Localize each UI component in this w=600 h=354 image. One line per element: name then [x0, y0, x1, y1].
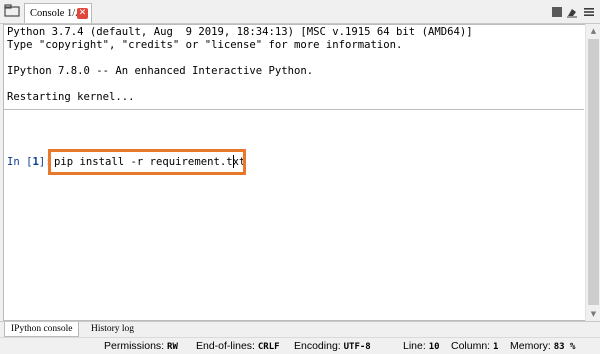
eol-label: End-of-lines:	[196, 340, 255, 352]
console-line: Restarting kernel...	[7, 91, 135, 103]
console-tab-bar: Console 1/A ✕	[0, 0, 600, 24]
memory-label: Memory:	[510, 340, 551, 352]
browse-tabs-icon[interactable]	[4, 4, 20, 18]
line-label: Line:	[403, 340, 426, 352]
prompt-prefix: In [	[7, 156, 33, 168]
tab-ipython-console[interactable]: IPython console	[4, 322, 80, 337]
status-end-of-lines: End-of-lines: CRLF	[196, 340, 280, 352]
scroll-down-icon[interactable]: ▼	[586, 307, 600, 321]
pane-tab-bar: IPython console History log	[0, 321, 600, 337]
highlight-box	[48, 149, 246, 175]
options-menu-icon[interactable]	[583, 6, 595, 18]
console-line: Type "copyright", "credits" or "license"…	[7, 39, 403, 51]
encoding-value: UTF-8	[343, 342, 371, 352]
status-column: Column: 1	[451, 340, 498, 352]
console-line: IPython 7.8.0 -- An enhanced Interactive…	[7, 65, 314, 77]
column-label: Column:	[451, 340, 491, 352]
memory-value: 83 %	[553, 342, 576, 352]
status-memory: Memory: 83 %	[510, 340, 575, 352]
stop-icon[interactable]	[551, 6, 563, 18]
tab-label: Console 1/A	[30, 8, 83, 19]
status-encoding: Encoding: UTF-8	[294, 340, 371, 352]
permissions-value: RW	[167, 342, 178, 352]
status-bar: Permissions: RW End-of-lines: CRLF Encod…	[0, 337, 600, 354]
vertical-scrollbar[interactable]: ▲ ▼	[585, 24, 600, 321]
ipython-console-output[interactable]: Python 3.7.4 (default, Aug 9 2019, 18:34…	[3, 24, 585, 321]
restart-separator	[4, 109, 584, 110]
tab-history-log[interactable]: History log	[85, 322, 140, 337]
input-prompt: In [1]:	[7, 156, 52, 168]
column-value: 1	[493, 342, 499, 352]
scrollbar-thumb[interactable]	[588, 39, 599, 305]
permissions-label: Permissions:	[104, 340, 165, 352]
status-line: Line: 10	[403, 340, 440, 352]
encoding-label: Encoding:	[294, 340, 341, 352]
tab-console-1a[interactable]: Console 1/A ✕	[24, 3, 92, 23]
console-line: Python 3.7.4 (default, Aug 9 2019, 18:34…	[7, 26, 473, 38]
clear-console-icon[interactable]	[566, 6, 578, 18]
scroll-up-icon[interactable]: ▲	[586, 24, 600, 38]
status-permissions: Permissions: RW	[104, 340, 178, 352]
close-icon[interactable]: ✕	[77, 8, 88, 19]
eol-value: CRLF	[257, 342, 280, 352]
line-value: 10	[428, 342, 440, 352]
